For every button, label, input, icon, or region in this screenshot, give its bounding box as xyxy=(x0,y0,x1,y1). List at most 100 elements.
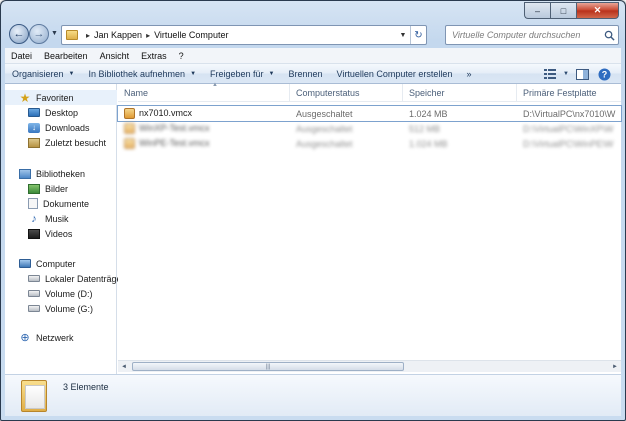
videos-icon xyxy=(28,228,40,239)
drive-icon xyxy=(28,305,40,312)
network-group: ⊕ Netzwerk xyxy=(5,330,117,345)
nav-documents[interactable]: Dokumente xyxy=(5,196,117,211)
nav-volume-g[interactable]: Volume (G:) xyxy=(5,301,117,316)
svg-text:?: ? xyxy=(601,69,607,79)
maximize-button[interactable]: □ xyxy=(550,2,576,19)
column-header-status[interactable]: Computerstatus xyxy=(290,84,403,102)
table-row[interactable]: WinXP-Test.vmcx Ausgeschaltet 512 MB D:\… xyxy=(118,121,621,136)
create-virtual-machine-button[interactable]: Virtuellen Computer erstellen xyxy=(330,69,460,79)
nav-videos[interactable]: Videos xyxy=(5,226,117,241)
nav-network[interactable]: ⊕ Netzwerk xyxy=(5,330,117,345)
forward-button[interactable]: → xyxy=(29,24,49,44)
nav-desktop-label: Desktop xyxy=(45,107,79,118)
favorites-group: ★ Favoriten Desktop ↓ Downloads Zuletzt … xyxy=(5,90,117,150)
table-row[interactable]: nx7010.vmcx Ausgeschaltet 1.024 MB D:\Vi… xyxy=(117,105,622,122)
column-header-primary-disk[interactable]: Primäre Festplatte xyxy=(517,84,621,102)
menu-datei[interactable]: Datei xyxy=(5,51,38,61)
file-disk: D:\VirtualPC\nx7010\W xyxy=(523,108,616,119)
file-status: Ausgeschaltet xyxy=(296,138,353,149)
create-virtual-machine-label: Virtuellen Computer erstellen xyxy=(336,68,453,79)
refresh-button[interactable]: ↻ xyxy=(410,26,426,44)
address-history-dropdown[interactable]: ▼ xyxy=(396,32,410,39)
music-icon: ♪ xyxy=(31,212,37,225)
menu-ansicht[interactable]: Ansicht xyxy=(94,51,136,61)
navigation-row: ← → ▼ ▸ Jan Kappen ▸ Virtuelle Computer … xyxy=(7,23,619,47)
file-disk: D:\VirtualPC\WinXP\W xyxy=(523,123,614,134)
nav-computer[interactable]: Computer xyxy=(5,256,117,271)
nav-volume-d[interactable]: Volume (D:) xyxy=(5,286,117,301)
nav-recent-places-label: Zuletzt besucht xyxy=(45,137,107,148)
minimize-button[interactable]: – xyxy=(524,2,550,19)
close-button[interactable]: ✕ xyxy=(576,2,619,19)
back-arrow-icon: ← xyxy=(13,28,25,40)
organize-button[interactable]: Organisieren ▼ xyxy=(5,69,81,79)
nav-music-label: Musik xyxy=(45,213,69,224)
nav-documents-label: Dokumente xyxy=(43,198,90,209)
scroll-right-icon[interactable]: ► xyxy=(609,361,621,373)
nav-local-disk-label: Lokaler Datenträger xyxy=(45,273,125,284)
content-area: ★ Favoriten Desktop ↓ Downloads Zuletzt … xyxy=(5,82,622,374)
sort-indicator-icon: ▲ xyxy=(212,82,218,88)
back-button[interactable]: ← xyxy=(9,24,29,44)
include-in-library-button[interactable]: In Bibliothek aufnehmen ▼ xyxy=(81,69,203,79)
file-status: Ausgeschaltet xyxy=(296,123,353,134)
preview-pane-icon[interactable] xyxy=(571,66,593,82)
chevron-down-icon: ▼ xyxy=(268,70,275,77)
caption-buttons: – □ ✕ xyxy=(524,2,619,19)
scroll-left-icon[interactable]: ◄ xyxy=(118,361,130,373)
nav-desktop[interactable]: Desktop xyxy=(5,105,117,120)
desktop-icon xyxy=(28,108,40,117)
folder-icon xyxy=(21,380,47,412)
view-options-icon[interactable] xyxy=(539,66,561,82)
search-input[interactable] xyxy=(452,30,601,40)
view-dropdown[interactable]: ▼ xyxy=(561,66,571,82)
share-with-button[interactable]: Freigeben für ▼ xyxy=(203,69,281,79)
breadcrumb-separator[interactable]: ▸ xyxy=(146,31,150,40)
menu-bearbeiten[interactable]: Bearbeiten xyxy=(38,51,94,61)
nav-favorites[interactable]: ★ Favoriten xyxy=(5,90,117,105)
breadcrumb-virtuelle-computer[interactable]: Virtuelle Computer xyxy=(154,30,228,40)
search-icon[interactable] xyxy=(600,30,618,41)
forward-arrow-icon: → xyxy=(33,28,45,40)
recent-pages-dropdown[interactable]: ▼ xyxy=(51,30,58,37)
burn-button[interactable]: Brennen xyxy=(282,69,330,79)
more-commands-button[interactable]: » xyxy=(459,69,478,79)
details-pane: 3 Elemente xyxy=(5,374,621,416)
command-bar: Organisieren ▼ In Bibliothek aufnehmen ▼… xyxy=(5,64,621,84)
menu-help[interactable]: ? xyxy=(173,51,190,61)
file-list: ▲ Name Computerstatus Speicher Primäre F… xyxy=(117,82,622,374)
nav-pictures[interactable]: Bilder xyxy=(5,181,117,196)
menu-extras[interactable]: Extras xyxy=(135,51,173,61)
burn-label: Brennen xyxy=(288,68,323,79)
breadcrumb-jan-kappen[interactable]: Jan Kappen xyxy=(94,30,142,40)
navigation-pane: ★ Favoriten Desktop ↓ Downloads Zuletzt … xyxy=(5,84,125,374)
breadcrumb-separator[interactable]: ▸ xyxy=(86,31,90,40)
virtual-machine-file-icon xyxy=(124,108,135,120)
nav-libraries[interactable]: Bibliotheken xyxy=(5,166,117,181)
file-memory: 1.024 MB xyxy=(409,138,448,149)
nav-recent-places[interactable]: Zuletzt besucht xyxy=(5,135,117,150)
nav-music[interactable]: ♪ Musik xyxy=(5,211,117,226)
nav-local-disk[interactable]: Lokaler Datenträger xyxy=(5,271,125,286)
horizontal-scrollbar[interactable]: ◄ ||| ► xyxy=(118,360,621,372)
menu-bar: Datei Bearbeiten Ansicht Extras ? xyxy=(5,48,621,64)
help-icon[interactable]: ? xyxy=(593,66,615,82)
nav-favorites-label: Favoriten xyxy=(36,92,74,103)
computer-icon xyxy=(19,259,31,268)
file-name: nx7010.vmcx xyxy=(139,107,193,118)
drive-icon xyxy=(28,275,40,282)
chevron-down-icon: ▼ xyxy=(68,70,75,77)
documents-icon xyxy=(28,198,38,209)
scrollbar-thumb[interactable]: ||| xyxy=(132,362,404,371)
computer-group: Computer Lokaler Datenträger Volume (D:)… xyxy=(5,256,125,316)
star-icon: ★ xyxy=(19,90,31,105)
column-header-memory[interactable]: Speicher xyxy=(403,84,517,102)
nav-downloads[interactable]: ↓ Downloads xyxy=(5,120,117,135)
chevron-down-icon: ▼ xyxy=(51,30,58,37)
table-row[interactable]: WinPE-Test.vmcx Ausgeschaltet 1.024 MB D… xyxy=(118,136,621,151)
nav-videos-label: Videos xyxy=(45,228,73,239)
downloads-icon: ↓ xyxy=(28,122,40,133)
recent-places-icon xyxy=(28,137,40,148)
column-header-name[interactable]: Name xyxy=(118,84,290,102)
address-bar[interactable]: ▸ Jan Kappen ▸ Virtuelle Computer ▼ ↻ xyxy=(61,25,427,45)
